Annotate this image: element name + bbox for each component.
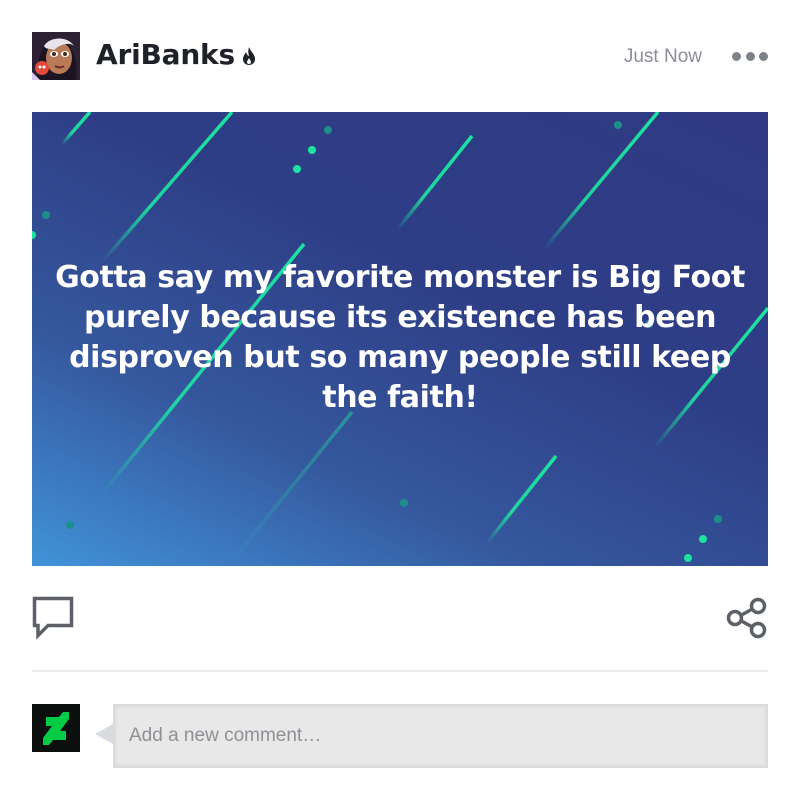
more-dot [745,51,755,61]
speech-bubble-icon[interactable] [32,596,74,640]
comment-input[interactable] [113,704,768,768]
post-actions [32,596,768,640]
username-text[interactable]: AriBanks [96,38,235,71]
share-nodes-icon[interactable] [726,597,768,639]
deviantart-logo-icon[interactable] [32,704,80,752]
more-dot [759,51,768,61]
post-header: AriBanks Just Now [32,32,768,80]
post-timestamp: Just Now [623,46,702,67]
flame-icon [241,40,257,73]
post-body-text: Gotta say my favorite monster is Big Foo… [55,260,745,415]
comment-bubble-tail [95,724,113,744]
user-avatar[interactable] [32,32,80,80]
comment-composer [32,704,768,768]
more-dot [732,51,741,61]
section-divider [32,670,768,672]
more-options-icon[interactable] [732,44,768,68]
post-card: Gotta say my favorite monster is Big Foo… [32,112,768,566]
username[interactable]: AriBanks [96,38,257,73]
